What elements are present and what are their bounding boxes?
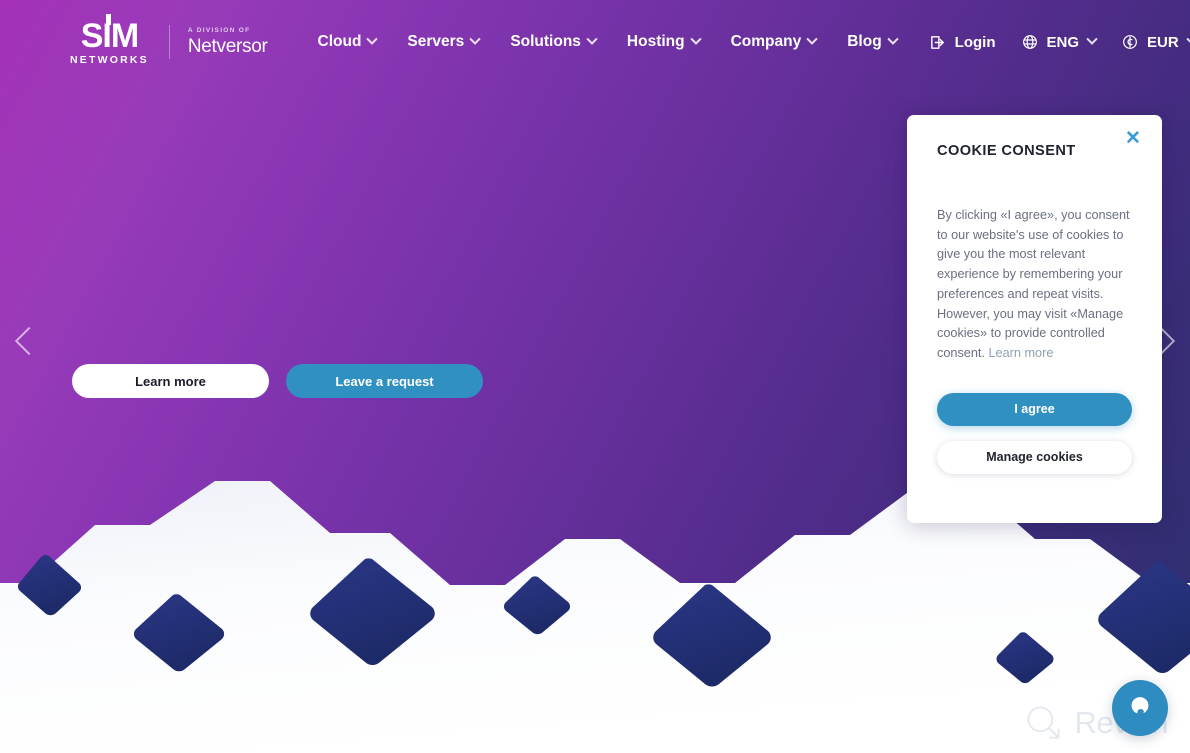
login-label: Login — [954, 33, 996, 51]
learn-more-button[interactable]: Learn more — [72, 364, 269, 398]
nav-label: Cloud — [317, 33, 362, 50]
netversor-logo: A DIVISION OF Netversor — [187, 26, 268, 58]
chevron-down-icon — [806, 33, 818, 45]
revain-logo-icon — [1026, 706, 1059, 739]
logo-divider — [168, 25, 170, 59]
slider-prev-button[interactable] — [4, 318, 48, 364]
cookie-consent-body-text: By clicking «I agree», you consent to ou… — [937, 208, 1130, 360]
header-utilities: Login ENG EUR — [929, 34, 1190, 51]
nav-label: Servers — [407, 33, 465, 50]
chevron-down-icon — [1186, 33, 1190, 45]
login-icon — [930, 35, 944, 49]
chevron-down-icon — [366, 33, 379, 45]
close-icon[interactable]: ✕ — [1118, 123, 1148, 153]
language-label: ENG — [1046, 33, 1080, 51]
nav-label: Company — [730, 33, 802, 50]
leave-request-button[interactable]: Leave a request — [286, 364, 483, 398]
nav-label: Blog — [847, 33, 882, 50]
chat-bubble-icon — [1131, 697, 1149, 717]
nav-item-blog[interactable]: Blog — [847, 33, 899, 51]
cookie-learn-more-link[interactable]: Learn more — [989, 344, 1054, 364]
sim-logo-name: NETWORKS — [70, 53, 149, 66]
division-label: A DIVISION OF — [187, 26, 251, 34]
i-agree-button[interactable]: I agree — [937, 392, 1132, 426]
nav-item-hosting[interactable]: Hosting — [626, 33, 702, 51]
nav-item-solutions[interactable]: Solutions — [510, 33, 598, 51]
hero-cta-group: Learn more Leave a request — [72, 364, 483, 398]
sim-logo-dot — [105, 13, 111, 25]
nav-item-company[interactable]: Company — [730, 33, 818, 51]
chevron-down-icon — [469, 33, 481, 45]
language-selector[interactable]: ENG — [1022, 33, 1098, 51]
sim-logo: SIM NETWORKS — [70, 13, 149, 66]
cookie-consent-title: COOKIE CONSENT — [937, 143, 1076, 159]
currency-label: EUR — [1147, 33, 1179, 51]
brand-logo[interactable]: SIM NETWORKS A DIVISION OF Netversor — [70, 13, 268, 66]
cookie-consent-body: By clicking «I agree», you consent to ou… — [937, 206, 1132, 364]
chat-widget-button[interactable] — [1112, 680, 1168, 736]
chevron-down-icon — [689, 33, 702, 45]
division-name: Netversor — [187, 36, 268, 58]
site-header: SIM NETWORKS A DIVISION OF Netversor Clo… — [0, 0, 1190, 84]
nav-item-cloud[interactable]: Cloud — [317, 33, 379, 51]
cookie-consent-dialog: ✕ COOKIE CONSENT By clicking «I agree», … — [907, 115, 1162, 523]
manage-cookies-button[interactable]: Manage cookies — [937, 440, 1132, 474]
chevron-left-icon — [14, 326, 44, 356]
sim-logo-mark: SIM — [81, 13, 139, 53]
nav-item-servers[interactable]: Servers — [407, 33, 481, 51]
nav-label: Solutions — [510, 33, 581, 50]
nav-label: Hosting — [626, 33, 685, 50]
chevron-down-icon — [586, 33, 598, 45]
main-navigation: Cloud Servers Solutions Hosting Company … — [317, 33, 899, 51]
cookie-consent-actions: I agree Manage cookies — [937, 392, 1132, 474]
login-button[interactable]: Login — [929, 34, 996, 51]
currency-icon — [1123, 35, 1137, 49]
currency-selector[interactable]: EUR — [1122, 34, 1190, 51]
globe-icon — [1022, 35, 1037, 49]
hero-section: SIM NETWORKS A DIVISION OF Netversor Clo… — [0, 0, 1190, 753]
chevron-down-icon — [887, 33, 899, 45]
chevron-down-icon — [1086, 33, 1098, 45]
